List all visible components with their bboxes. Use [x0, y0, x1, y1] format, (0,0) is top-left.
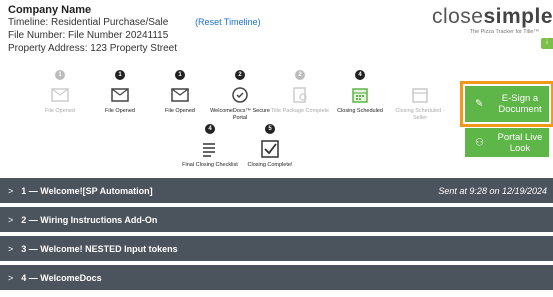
brand-name-light: close	[431, 5, 484, 28]
brand-name: closesimple	[432, 6, 553, 28]
step-label: WelcomeDocs™ Secure Portal	[210, 108, 270, 121]
accordion-title: 2 — Wiring Instructions Add-On	[21, 214, 158, 225]
esign-button-label: E-Sign a Document	[498, 93, 542, 115]
calendar-star-icon	[412, 88, 428, 103]
search-document-icon	[293, 87, 307, 103]
step-label: Closing Complete!	[247, 162, 293, 168]
progress-tracker: 1 File Opened 1 File Opened 1 File Opene…	[30, 70, 450, 130]
step-closing-complete: 5 Closing Complete!	[240, 124, 300, 169]
info-badge[interactable]: i	[541, 38, 553, 49]
document-icon	[171, 88, 189, 102]
portal-live-look-button[interactable]: ⚇ Portal Live Look	[465, 128, 549, 157]
step-file-opened-2: 1 File Opened	[90, 70, 150, 115]
step-final-closing-checklist: 4 Final Closing Checklist	[180, 124, 240, 169]
timeline-line: Timeline: Residential Purchase/Sale (Res…	[8, 16, 261, 29]
timeline-value: Residential Purchase/Sale	[50, 17, 169, 28]
message-accordion: > 1 — Welcome![SP Automation] Sent at 9:…	[0, 178, 553, 294]
accordion-title: 1 — Welcome![SP Automation]	[21, 185, 153, 196]
accordion-title: 3 — Welcome! NESTED Input tokens	[21, 243, 178, 254]
step-file-opened-3: 1 File Opened	[150, 70, 210, 115]
brand-name-bold: simple	[483, 5, 553, 28]
accordion-item[interactable]: > 1 — Welcome![SP Automation] Sent at 9:…	[0, 178, 553, 203]
company-name: Company Name	[8, 4, 92, 16]
accordion-title: 4 — WelcomeDocs	[21, 272, 102, 283]
portal-button-label: Portal Live Look	[497, 131, 543, 154]
step-welcomedocs-portal: 2 WelcomeDocs™ Secure Portal	[210, 70, 270, 121]
checklist-icon	[203, 143, 215, 157]
secure-portal-icon	[232, 87, 248, 103]
checkmark-box-icon	[261, 140, 279, 158]
esign-document-button[interactable]: ✎ E-Sign a Document	[460, 81, 553, 127]
file-number-label: File Number:	[8, 30, 66, 41]
step-number: 2	[235, 70, 245, 80]
brand-tagline: The Pizza Tracker for Title™	[469, 29, 539, 35]
accordion-item[interactable]: > 4 — WelcomeDocs	[0, 265, 553, 290]
document-icon	[51, 88, 69, 102]
step-label: Closing Scheduled - Seller	[395, 108, 445, 121]
step-label: Closing Scheduled	[337, 108, 383, 114]
property-address-value: 123 Property Street	[90, 43, 177, 54]
step-label: File Opened	[165, 108, 195, 114]
timeline-label: Timeline:	[8, 17, 49, 28]
reset-timeline-link[interactable]: (Reset Timeline)	[195, 17, 261, 27]
chevron-right-icon: >	[8, 272, 14, 283]
brand-logo: closesimple The Pizza Tracker for Title™	[432, 6, 553, 36]
step-number: 4	[205, 124, 215, 134]
accordion-item[interactable]: > 3 — Welcome! NESTED Input tokens	[0, 236, 553, 261]
document-icon	[111, 88, 129, 102]
property-address-label: Property Address:	[8, 43, 88, 54]
file-header: Company Name Timeline: Residential Purch…	[8, 4, 261, 55]
property-address-line: Property Address: 123 Property Street	[8, 42, 261, 55]
step-number: 4	[355, 70, 365, 80]
chevron-right-icon: >	[8, 214, 14, 225]
chevron-right-icon: >	[8, 243, 14, 254]
step-title-package: 2 Title Package Complete	[270, 70, 330, 115]
step-label: File Opened	[45, 108, 75, 114]
accordion-item[interactable]: > 2 — Wiring Instructions Add-On	[0, 207, 553, 232]
step-number: 5	[265, 124, 275, 134]
file-number-line: File Number: File Number 20241115	[8, 29, 261, 42]
step-label: Title Package Complete	[270, 108, 330, 114]
people-icon: ⚇	[475, 137, 484, 148]
chevron-right-icon: >	[8, 185, 14, 196]
step-closing-scheduled: 4 Closing Scheduled	[330, 70, 390, 115]
step-file-opened-1: 1 File Opened	[30, 70, 90, 115]
progress-tracker-row-2: 4 Final Closing Checklist 5 Closing Comp…	[30, 124, 450, 174]
step-number	[415, 70, 425, 80]
sent-timestamp: Sent at 9:28 on 12/19/2024	[438, 185, 547, 196]
step-number: 1	[55, 70, 65, 80]
pencil-icon: ✎	[475, 98, 484, 110]
step-label: File Opened	[105, 108, 135, 114]
step-label: Final Closing Checklist	[182, 162, 238, 168]
file-number-value: File Number 20241115	[68, 30, 169, 41]
calendar-icon	[352, 88, 368, 103]
step-number: 1	[115, 70, 125, 80]
step-number: 2	[295, 70, 305, 80]
step-number: 1	[175, 70, 185, 80]
step-closing-scheduled-seller: Closing Scheduled - Seller	[390, 70, 450, 121]
